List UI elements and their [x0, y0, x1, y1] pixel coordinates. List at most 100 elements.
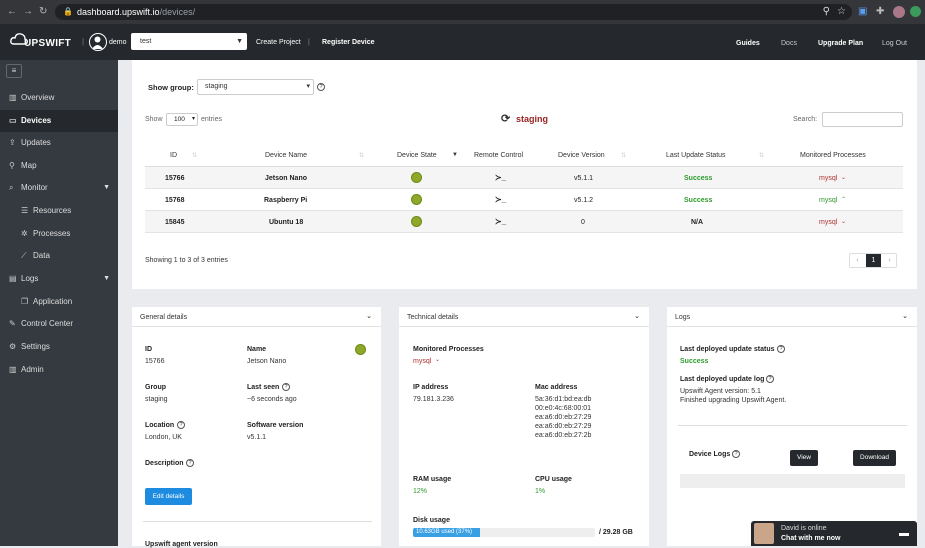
help-circle-icon[interactable]: ?: [186, 459, 194, 467]
mac-address-value: 00:e0:4c:68:00:01: [535, 405, 592, 412]
chevron-down-icon[interactable]: ⌄: [366, 312, 372, 320]
device-name-link[interactable]: Jetson Nano: [265, 175, 307, 182]
sort-desc-icon[interactable]: ▼: [452, 152, 458, 158]
sidebar-item-map[interactable]: ⚲ Map: [0, 155, 118, 177]
card-header[interactable]: Technical details ⌄: [399, 307, 649, 327]
process-name[interactable]: mysql: [819, 219, 837, 226]
sort-icon[interactable]: ⇅: [359, 152, 364, 159]
help-circle-icon[interactable]: ?: [766, 375, 774, 383]
edit-details-button[interactable]: Edit details: [145, 488, 192, 505]
column-header-monitored-processes[interactable]: Monitored Processes: [800, 152, 866, 159]
help-circle-icon[interactable]: ?: [317, 83, 325, 91]
upgrade-plan-link[interactable]: Upgrade Plan: [818, 38, 863, 50]
device-name-link[interactable]: Raspberry Pi: [264, 197, 307, 204]
sort-icon[interactable]: ⇅: [621, 152, 626, 159]
pagination: ‹ 1 ›: [849, 253, 897, 268]
bookmark-star-icon[interactable]: ☆: [837, 6, 846, 18]
sidebar-item-label: Overview: [21, 93, 55, 102]
chat-bubble-icon[interactable]: ▬: [899, 528, 909, 539]
pagination-next[interactable]: ›: [882, 254, 897, 267]
sidebar-item-updates[interactable]: ⇪ Updates: [0, 132, 118, 154]
card-header[interactable]: General details ⌄: [132, 307, 381, 327]
terminal-icon[interactable]: ≻_: [495, 195, 506, 204]
table-row[interactable]: 15766 Jetson Nano ≻_ v5.1.1 Success mysq…: [145, 167, 903, 189]
chevron-down-icon[interactable]: ⌄: [841, 218, 846, 225]
chevron-down-icon[interactable]: ⌄: [902, 312, 908, 320]
sidebar-item-processes[interactable]: ✲ Processes: [0, 223, 118, 245]
sidebar-item-label: Application: [33, 297, 73, 306]
table-row[interactable]: 15768 Raspberry Pi ≻_ v5.1.2 Success mys…: [145, 189, 903, 211]
address-bar[interactable]: 🔒 dashboard.upswift.io/devices/ ⚲ ☆: [55, 4, 852, 20]
bar-chart-icon: ▥: [9, 365, 17, 374]
hamburger-menu-icon[interactable]: ≡: [6, 64, 22, 78]
create-project-link[interactable]: Create Project: [256, 37, 301, 49]
column-header-id[interactable]: ID: [170, 152, 177, 159]
sidebar-item-control-center[interactable]: ✎ Control Center: [0, 313, 118, 335]
device-name-link[interactable]: Ubuntu 18: [269, 219, 303, 226]
sidebar-item-admin[interactable]: ▥ Admin: [0, 359, 118, 381]
chevron-down-icon[interactable]: ⌄: [634, 312, 640, 320]
process-name[interactable]: mysql: [819, 197, 837, 204]
pagination-prev[interactable]: ‹: [850, 254, 865, 267]
pagination-page-1[interactable]: 1: [866, 254, 881, 267]
docs-link[interactable]: Docs: [781, 38, 797, 50]
entries-select[interactable]: 100 ▾: [166, 113, 198, 126]
column-header-remote-control[interactable]: Remote Control: [474, 152, 523, 159]
guides-link[interactable]: Guides: [736, 38, 760, 50]
back-arrow-icon[interactable]: ←: [7, 6, 17, 18]
help-circle-icon[interactable]: ?: [177, 421, 185, 429]
upload-icon: ⇪: [9, 138, 16, 147]
user-avatar-icon[interactable]: [89, 33, 107, 51]
chevron-down-icon[interactable]: ⌄: [435, 356, 440, 363]
sidebar-item-overview[interactable]: ▥ Overview: [0, 87, 118, 109]
process-name[interactable]: mysql: [413, 358, 431, 365]
view-logs-button[interactable]: View: [790, 450, 818, 466]
register-device-link[interactable]: Register Device: [322, 37, 375, 49]
card-header[interactable]: Logs ⌄: [667, 307, 917, 327]
sidebar-item-monitor[interactable]: ⌕ Monitor ▼: [0, 177, 118, 199]
column-header-device-state[interactable]: Device State: [397, 152, 437, 159]
puzzle-icon[interactable]: ✚: [876, 6, 884, 18]
column-header-device-version[interactable]: Device Version: [558, 152, 605, 159]
profile-avatar[interactable]: [893, 6, 905, 18]
process-name[interactable]: mysql: [819, 175, 837, 182]
column-header-last-update-status[interactable]: Last Update Status: [666, 152, 726, 159]
chat-widget[interactable]: David is online Chat with me now ▬: [751, 521, 917, 546]
sort-icon[interactable]: ⇅: [192, 152, 197, 159]
search-input[interactable]: [822, 112, 903, 127]
logs-card: Logs ⌄ Last deployed update status ? Suc…: [667, 307, 917, 546]
help-circle-icon[interactable]: ?: [732, 450, 740, 458]
sidebar-item-data[interactable]: ⟋ Data: [0, 245, 118, 267]
chevron-up-icon[interactable]: ⌃: [841, 196, 846, 203]
device-version: v5.1.2: [574, 197, 594, 204]
reload-icon[interactable]: ↻: [39, 6, 47, 18]
table-row[interactable]: 15845 Ubuntu 18 ≻_ 0 N/A mysql ⌄: [145, 211, 903, 233]
sidebar-item-application[interactable]: ❐ Application: [0, 291, 118, 313]
sidebar-item-devices[interactable]: ▭ Devices: [0, 110, 118, 132]
extension-icon[interactable]: ▣: [858, 6, 867, 18]
refresh-icon[interactable]: ⟳: [501, 112, 510, 125]
disk-usage-bar: 10.63GB used (37%): [413, 528, 595, 537]
group-label: Group: [145, 384, 166, 391]
help-circle-icon[interactable]: ?: [282, 383, 290, 391]
download-logs-button[interactable]: Download: [853, 450, 896, 466]
group-select[interactable]: staging ▾: [197, 79, 314, 95]
terminal-icon[interactable]: ≻_: [495, 173, 506, 182]
update-status: N/A: [691, 219, 704, 226]
user-name[interactable]: demo: [109, 37, 127, 49]
sidebar-item-settings[interactable]: ⚙ Settings: [0, 336, 118, 358]
chevron-down-icon[interactable]: ⌄: [841, 174, 846, 181]
sidebar-item-logs[interactable]: ▤ Logs ▼: [0, 268, 118, 290]
gear-icon: ⚙: [9, 342, 17, 351]
last-deployed-log-label: Last deployed update log: [680, 376, 765, 383]
extension-green-icon[interactable]: [910, 6, 921, 17]
column-header-device-name[interactable]: Device Name: [265, 152, 307, 159]
terminal-icon[interactable]: ≻_: [495, 217, 506, 226]
forward-arrow-icon[interactable]: →: [23, 6, 33, 18]
sidebar-item-resources[interactable]: ☰ Resources: [0, 200, 118, 222]
project-select[interactable]: test ▼: [131, 33, 247, 50]
sort-icon[interactable]: ⇅: [759, 152, 764, 159]
help-circle-icon[interactable]: ?: [777, 345, 785, 353]
logout-link[interactable]: Log Out: [882, 38, 907, 50]
zoom-icon[interactable]: ⚲: [823, 6, 830, 18]
